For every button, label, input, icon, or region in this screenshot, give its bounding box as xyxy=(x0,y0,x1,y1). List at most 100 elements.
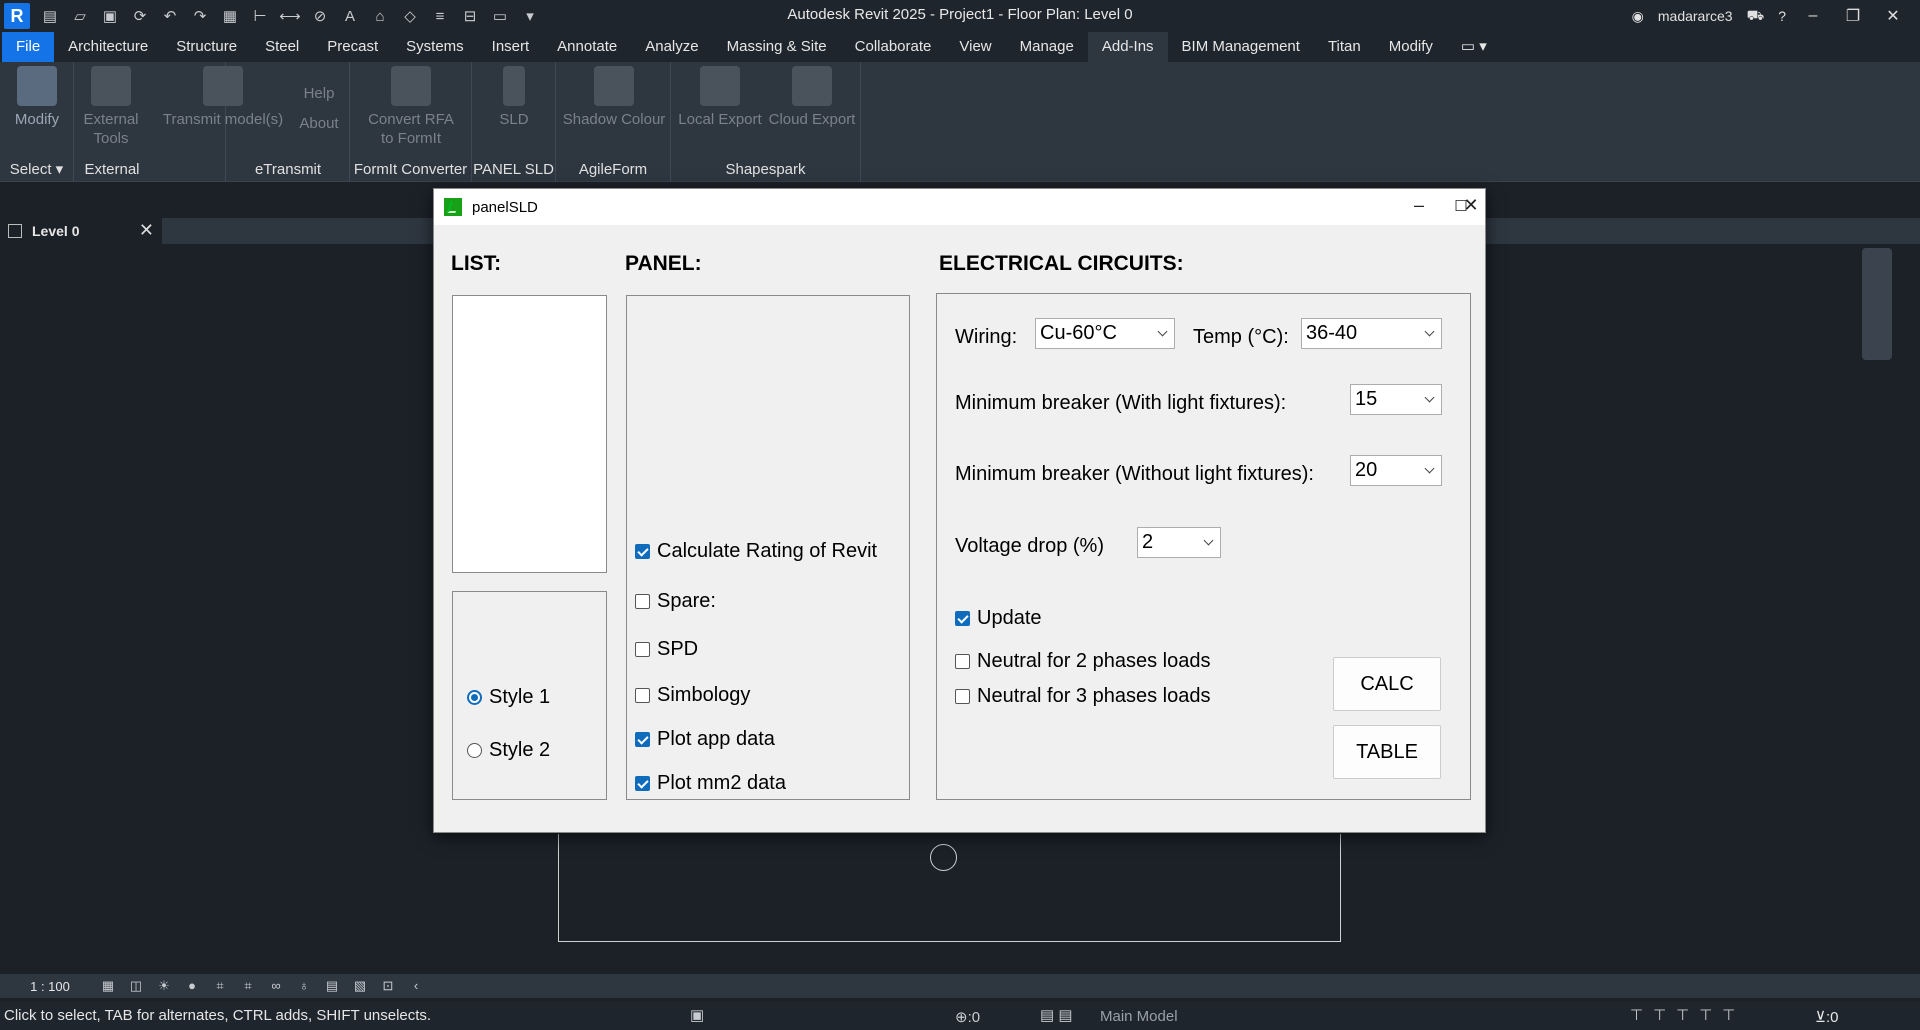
panel-list[interactable] xyxy=(452,295,607,573)
plot-app-data-checkbox[interactable]: Plot app data xyxy=(635,728,775,751)
ribbon-tab-bim-management[interactable]: BIM Management xyxy=(1168,32,1314,62)
ribbon-tab-file[interactable]: File xyxy=(2,32,55,62)
style-1-radio[interactable]: Style 1 xyxy=(467,686,550,709)
shadows-icon[interactable]: ● xyxy=(184,979,200,993)
ribbon-tab-view[interactable]: View xyxy=(945,32,1005,62)
local-export-button[interactable]: Local Export xyxy=(675,66,765,129)
save-icon[interactable]: ▣ xyxy=(100,7,120,25)
ribbon-tab-annotate[interactable]: Annotate xyxy=(543,32,631,62)
vertical-scrollbar[interactable] xyxy=(1898,244,1918,974)
visual-style-icon[interactable]: ◫ xyxy=(128,979,144,993)
style-2-radio[interactable]: Style 2 xyxy=(467,739,550,762)
voltage-drop-select[interactable]: 2 xyxy=(1137,527,1221,558)
editable-only-icon[interactable]: ⊕:0 xyxy=(955,1008,980,1026)
group-label-select[interactable]: Select ▾ xyxy=(0,160,73,178)
update-checkbox[interactable]: Update xyxy=(955,607,1042,630)
simbology-checkbox[interactable]: Simbology xyxy=(635,684,750,707)
home-icon[interactable]: ▤ xyxy=(40,7,60,25)
filter-icon[interactable]: ⊻:0 xyxy=(1815,1008,1839,1026)
minimize-icon[interactable]: – xyxy=(1800,7,1826,25)
ribbon-tab-massing-site[interactable]: Massing & Site xyxy=(713,32,841,62)
external-tools-button[interactable]: External Tools xyxy=(80,66,142,148)
ribbon-tab-titan[interactable]: Titan xyxy=(1314,32,1375,62)
ribbon-tab-architecture[interactable]: Architecture xyxy=(54,32,162,62)
calc-button[interactable]: CALC xyxy=(1333,657,1441,711)
close-hidden-icon[interactable]: ⊟ xyxy=(460,7,480,25)
modify-button[interactable]: Modify xyxy=(8,66,66,129)
ribbon-tab-add-ins[interactable]: Add-Ins xyxy=(1087,32,1168,62)
view-tab-level-0[interactable]: Level 0 ✕ xyxy=(0,218,162,244)
revit-logo-icon[interactable]: R xyxy=(4,3,30,29)
undo-icon[interactable]: ↶ xyxy=(160,7,180,25)
ribbon-tab-precast[interactable]: Precast xyxy=(313,32,392,62)
active-model[interactable]: Main Model xyxy=(1100,1008,1178,1025)
group-label-shapespark: Shapespark xyxy=(725,161,806,178)
tag-icon[interactable]: ⊘ xyxy=(310,7,330,25)
crop-region-icon[interactable]: ⌗ xyxy=(240,979,256,993)
table-button[interactable]: TABLE xyxy=(1333,725,1441,779)
elevation-marker[interactable] xyxy=(930,844,957,871)
section-icon[interactable]: ◇ xyxy=(400,7,420,25)
min-breaker-without-select[interactable]: 20 xyxy=(1350,455,1442,486)
temp-hide-icon[interactable]: ∞ xyxy=(268,979,284,993)
text-icon[interactable]: A xyxy=(340,7,360,25)
shadow-colour-button[interactable]: Shadow Colour xyxy=(560,66,668,129)
user-icon[interactable]: ◉ xyxy=(1632,8,1644,25)
print-icon[interactable]: ▦ xyxy=(220,7,240,25)
ribbon-tab-systems[interactable]: Systems xyxy=(392,32,478,62)
detail-level-icon[interactable]: ▦ xyxy=(100,979,116,993)
help-button[interactable]: Help xyxy=(294,84,344,103)
ribbon-tab-insert[interactable]: Insert xyxy=(478,32,544,62)
temp-select[interactable]: 36-40 xyxy=(1301,318,1442,349)
ribbon-tab-analyze[interactable]: Analyze xyxy=(631,32,712,62)
crop-view-icon[interactable]: ⌗ xyxy=(212,979,228,993)
highlight-displacement-icon[interactable]: ⊡ xyxy=(380,979,396,993)
analytical-model-icon[interactable]: ▧ xyxy=(352,979,368,993)
customize-qat-icon[interactable]: ▾ xyxy=(520,7,540,25)
about-button[interactable]: About xyxy=(294,114,344,133)
neutral-2-phases-checkbox[interactable]: Neutral for 2 phases loads xyxy=(955,650,1210,673)
convert-rfa-button[interactable]: Convert RFA to FormIt xyxy=(360,66,462,148)
spd-checkbox[interactable]: SPD xyxy=(635,638,698,661)
cart-icon[interactable]: ⛟ xyxy=(1747,7,1765,26)
help-icon[interactable]: ? xyxy=(1778,8,1786,24)
ribbon-tab-structure[interactable]: Structure xyxy=(162,32,251,62)
3d-view-icon[interactable]: ⌂ xyxy=(370,7,390,25)
sld-button[interactable]: SLD xyxy=(484,66,544,129)
username[interactable]: madararce3 xyxy=(1658,8,1733,24)
sync-icon[interactable]: ⟳ xyxy=(130,7,150,25)
open-folder-icon[interactable]: ▱ xyxy=(70,7,90,25)
min-breaker-with-select[interactable]: 15 xyxy=(1350,384,1442,415)
wiring-select[interactable]: Cu-60°C xyxy=(1035,318,1175,349)
dialog-close-icon[interactable]: ✕ xyxy=(1456,195,1486,216)
neutral-3-phases-checkbox[interactable]: Neutral for 3 phases loads xyxy=(955,685,1210,708)
thin-lines-icon[interactable]: ≡ xyxy=(430,7,450,25)
calculate-rating-checkbox[interactable]: Calculate Rating of Revit xyxy=(635,540,877,563)
spare-checkbox[interactable]: Spare: xyxy=(635,590,716,613)
ribbon-display-options-icon[interactable]: ▭ ▾ xyxy=(1447,32,1501,62)
cloud-export-button[interactable]: Cloud Export xyxy=(767,66,857,129)
workset-icon[interactable]: ▣ xyxy=(690,1006,704,1024)
dimension-icon[interactable]: ⟷ xyxy=(279,7,301,25)
plot-mm2-data-checkbox[interactable]: Plot mm2 data xyxy=(635,772,786,795)
sun-path-icon[interactable]: ☀ xyxy=(156,979,172,993)
scroll-left-icon[interactable]: ‹ xyxy=(408,979,424,993)
ribbon-tab-modify[interactable]: Modify xyxy=(1375,32,1447,62)
temp-view-props-icon[interactable]: ▤ xyxy=(324,979,340,993)
redo-icon[interactable]: ↷ xyxy=(190,7,210,25)
measure-icon[interactable]: ⊢ xyxy=(250,7,270,25)
switch-windows-icon[interactable]: ▭ xyxy=(490,7,510,25)
navigation-bar[interactable] xyxy=(1862,248,1892,360)
selection-filters-icons[interactable]: ⊤⊤⊤⊤⊤ xyxy=(1630,1006,1745,1024)
design-options-icon[interactable]: ▤ ▤ xyxy=(1040,1006,1073,1024)
close-tab-icon[interactable]: ✕ xyxy=(139,220,154,241)
dialog-minimize-icon[interactable]: – xyxy=(1404,195,1434,216)
ribbon-tab-collaborate[interactable]: Collaborate xyxy=(841,32,946,62)
ribbon-tab-steel[interactable]: Steel xyxy=(251,32,313,62)
restore-icon[interactable]: ❐ xyxy=(1840,6,1866,26)
reveal-hidden-icon[interactable]: ♁ xyxy=(296,979,312,993)
close-icon[interactable]: ✕ xyxy=(1880,6,1906,26)
view-scale[interactable]: 1 : 100 xyxy=(0,979,100,994)
ribbon-group-formit: Convert RFA to FormIt FormIt Converter xyxy=(350,62,472,182)
ribbon-tab-manage[interactable]: Manage xyxy=(1006,32,1088,62)
